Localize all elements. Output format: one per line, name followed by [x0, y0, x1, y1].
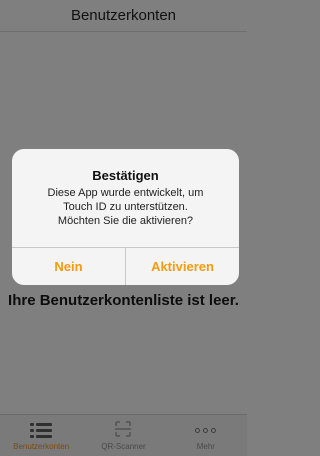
dialog-message-line: Möchten Sie die aktivieren? — [57, 215, 194, 227]
dialog-message-line: Touch ID zu unterstützen. — [63, 201, 188, 213]
navigation-bar: Benutzerkonten — [0, 0, 247, 32]
tab-bar: Benutzerkonten QR-Scanner Mehr — [0, 414, 247, 456]
page-title: Benutzerkonten — [70, 7, 177, 24]
qr-scanner-icon — [115, 421, 132, 437]
tab-label: QR-Scanner — [101, 442, 146, 451]
dialog-message-line: Diese App wurde entwickelt, um — [47, 187, 204, 199]
tab-mehr[interactable]: Mehr — [165, 415, 247, 456]
dialog-title: Bestätigen — [92, 168, 159, 183]
list-icon — [30, 423, 53, 438]
dialog-actions: Nein Aktivieren — [12, 247, 239, 285]
tab-label: Mehr — [196, 442, 215, 451]
tab-benutzerkonten[interactable]: Benutzerkonten — [0, 415, 82, 456]
empty-list-message: Ihre Benutzerkontenliste ist leer. — [8, 292, 239, 309]
touch-id-confirm-dialog: Bestätigen Diese App wurde entwickelt, u… — [12, 149, 239, 285]
dialog-message: Diese App wurde entwickelt, um Touch ID … — [12, 186, 239, 228]
tab-qr-scanner[interactable]: QR-Scanner — [82, 415, 164, 456]
tab-label: Benutzerkonten — [13, 442, 70, 451]
activate-button[interactable]: Aktivieren — [125, 248, 239, 285]
cancel-button[interactable]: Nein — [12, 248, 125, 285]
more-icon — [195, 423, 217, 437]
